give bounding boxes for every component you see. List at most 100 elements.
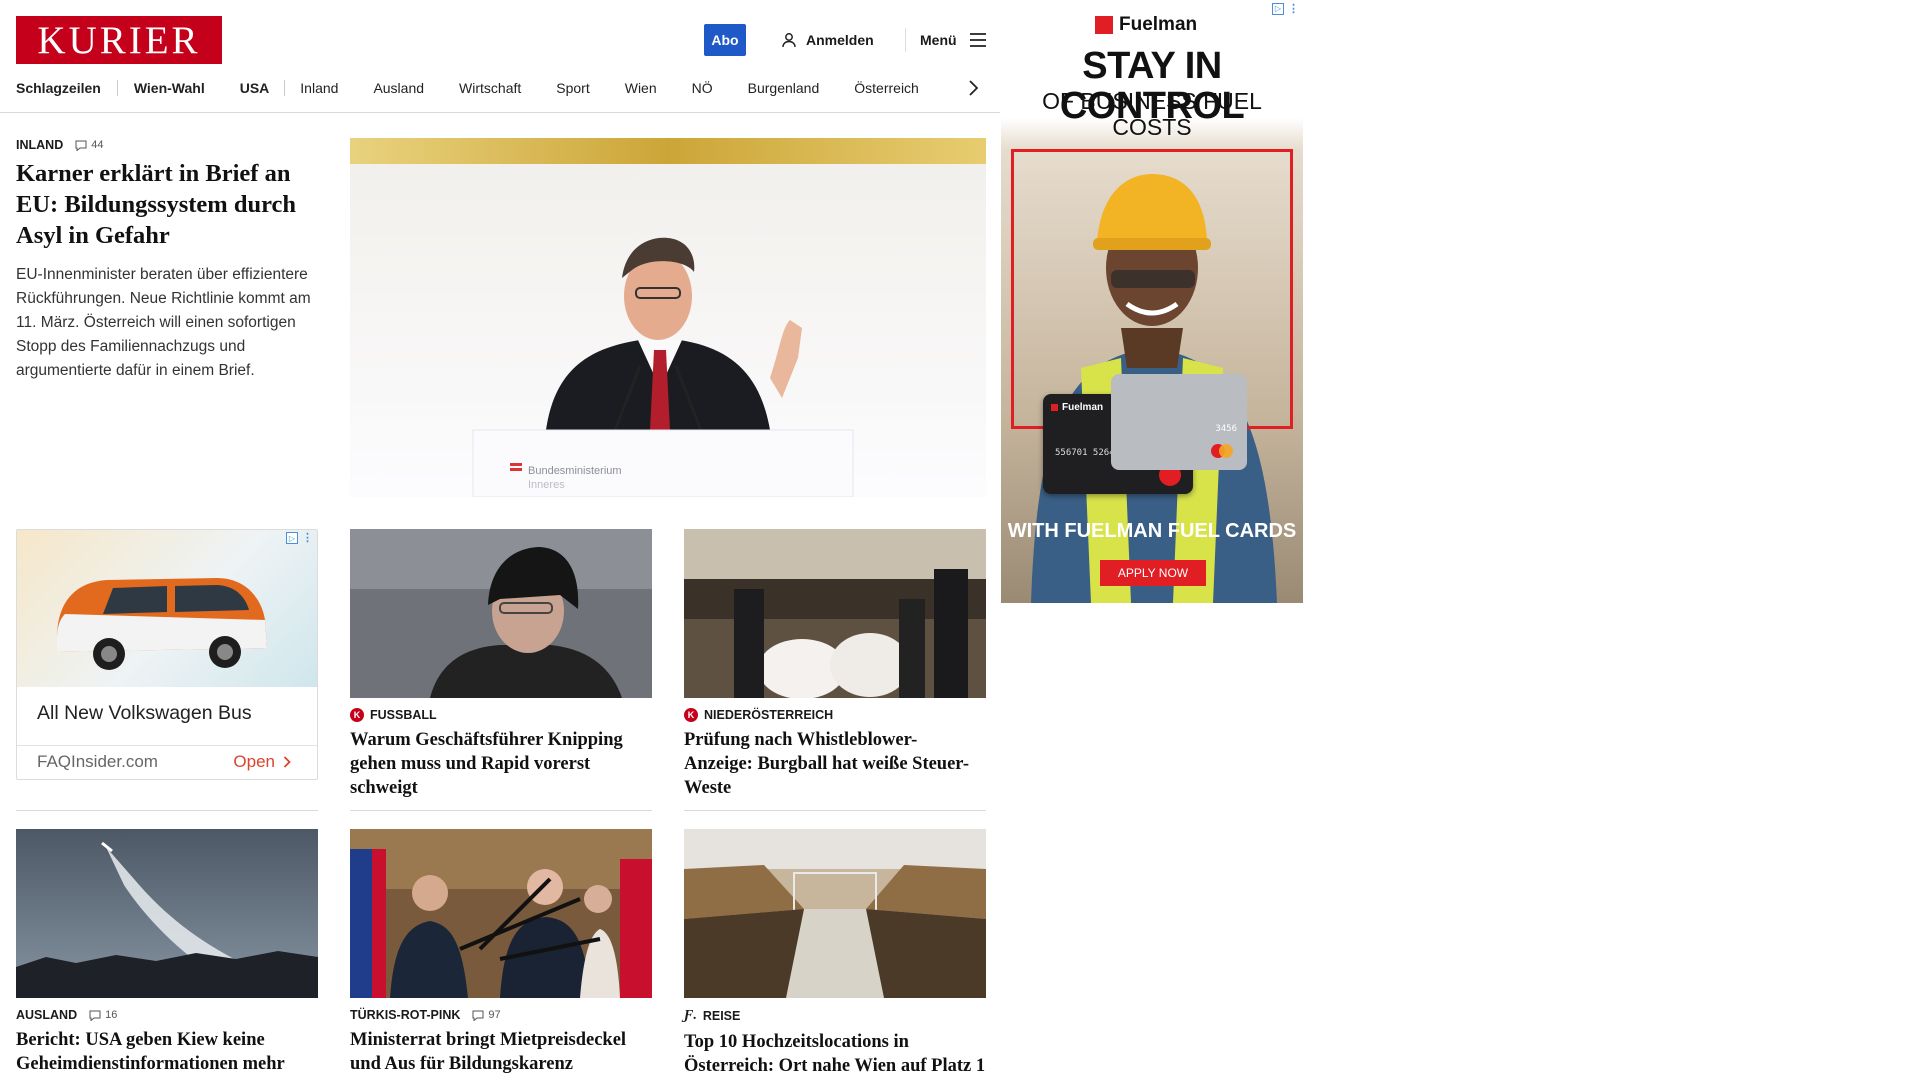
menu-button[interactable]: Menü	[920, 28, 987, 52]
article-image-ministerrat	[350, 829, 652, 998]
comment-count-value: 16	[105, 1009, 118, 1021]
mastercard-icon	[1211, 444, 1233, 458]
login-label: Anmelden	[806, 32, 874, 48]
native-ad-card[interactable]: ▷ ⋮ All New Volkswagen Bus FAQInsider.co…	[16, 529, 318, 780]
nav-item-oesterreich[interactable]: Österreich	[854, 80, 919, 96]
abo-button[interactable]: Abo	[704, 24, 746, 56]
comment-icon	[472, 1010, 484, 1021]
minister-photo: Bundesministerium Inneres	[350, 138, 986, 497]
kicker-label: NIEDERÖSTERREICH	[704, 708, 834, 722]
article-card[interactable]: K FUSSBALL Warum Geschäftsführer Knippin…	[350, 529, 652, 800]
kurier-page: KURIER Abo Anmelden Menü Schlagzeilen Wi…	[0, 0, 1000, 1080]
kicker-label: TÜRKIS-ROT-PINK	[350, 1008, 461, 1022]
card-kicker: ƒ. REISE	[684, 1008, 986, 1024]
kurier-plus-icon: K	[684, 708, 698, 722]
fuel-card-back: 3456	[1111, 374, 1247, 470]
card-kicker: AUSLAND 16	[16, 1008, 318, 1022]
native-ad-divider	[17, 745, 317, 746]
nav-item-inland[interactable]: Inland	[300, 80, 338, 96]
banner-bottom-text: WITH FUELMAN FUEL CARDS	[1007, 520, 1297, 542]
logo-text: KURIER	[37, 18, 201, 62]
article-image-wedding-location	[684, 829, 986, 998]
native-ad-domain: FAQInsider.com	[37, 752, 158, 771]
lead-article-image[interactable]: Bundesministerium Inneres	[350, 138, 986, 497]
nav-item-noe[interactable]: NÖ	[692, 80, 713, 96]
section-nav: Schlagzeilen Wien-Wahl USA Inland Auslan…	[16, 76, 919, 100]
lead-headline[interactable]: Karner erklärt in Brief an EU: Bildungss…	[16, 158, 326, 251]
card-brand-label: Fuelman	[1062, 402, 1104, 413]
fuelman-logo-icon	[1095, 16, 1113, 34]
article-card[interactable]: TÜRKIS-ROT-PINK 97 Ministerrat bringt Mi…	[350, 829, 652, 1076]
nav-scroll-right-button[interactable]	[968, 76, 988, 100]
native-ad-title[interactable]: All New Volkswagen Bus	[37, 702, 252, 725]
hamburger-icon	[969, 33, 986, 47]
article-card[interactable]: K NIEDERÖSTERREICH Prüfung nach Whistleb…	[684, 529, 986, 800]
kicker-label: FUSSBALL	[370, 708, 437, 722]
comment-icon	[89, 1010, 101, 1021]
menu-label: Menü	[920, 32, 957, 48]
fuelman-brand: Fuelman	[1095, 14, 1197, 36]
card-kicker: K FUSSBALL	[350, 708, 652, 722]
adchoices-badge[interactable]: ▷ ⋮	[1272, 2, 1299, 15]
comment-count[interactable]: 16	[89, 1009, 117, 1021]
nav-item-wien[interactable]: Wien	[625, 80, 657, 96]
chevron-right-icon	[283, 756, 291, 768]
article-card[interactable]: ƒ. REISE Top 10 Hochzeitslocations in Ös…	[684, 829, 986, 1078]
nav-divider	[116, 80, 118, 96]
more-options-icon: ⋮	[1288, 3, 1299, 15]
header-divider	[905, 28, 906, 52]
article-image-rocket	[16, 829, 318, 998]
comment-icon	[75, 140, 87, 151]
van-ad-image: ▷ ⋮	[17, 530, 317, 687]
article-image-burgball	[684, 529, 986, 698]
card-kicker: TÜRKIS-ROT-PINK 97	[350, 1008, 652, 1022]
fuelman-banner-ad[interactable]: Fuelman STAY IN CONTROL OF BUSINESS FUEL…	[1001, 0, 1303, 603]
card-digits: 3456	[1215, 424, 1237, 434]
apply-now-button[interactable]: APPLY NOW	[1100, 560, 1206, 586]
adchoices-icon: ▷	[286, 532, 298, 544]
card-headline[interactable]: Warum Geschäftsführer Knipping gehen mus…	[350, 728, 652, 800]
card-divider	[350, 810, 652, 811]
nav-item-schlagzeilen[interactable]: Schlagzeilen	[16, 80, 101, 96]
nav-item-sport[interactable]: Sport	[556, 80, 589, 96]
card-headline[interactable]: Top 10 Hochzeitslocations in Österreich:…	[684, 1030, 986, 1078]
kurier-logo[interactable]: KURIER	[16, 16, 222, 64]
comment-count[interactable]: 97	[472, 1009, 501, 1021]
kicker-label: REISE	[702, 1009, 741, 1023]
more-options-icon: ⋮	[302, 532, 313, 544]
lead-teaser: EU-Innenminister beraten über effiziente…	[16, 266, 311, 379]
comment-count-value: 97	[488, 1009, 501, 1021]
podium-label: Bundesministerium	[528, 465, 622, 477]
nav-item-wirtschaft[interactable]: Wirtschaft	[459, 80, 521, 96]
card-divider	[684, 810, 986, 811]
card-kicker: K NIEDERÖSTERREICH	[684, 708, 986, 722]
kurier-plus-icon: K	[350, 708, 364, 722]
card-headline[interactable]: Ministerrat bringt Mietpreisdeckel und A…	[350, 1028, 652, 1076]
orange-van-illustration	[57, 578, 267, 670]
card-headline[interactable]: Bericht: USA geben Kiew keine Geheimdien…	[16, 1028, 318, 1076]
travel-icon: ƒ.	[684, 1008, 697, 1023]
comment-count-value: 44	[91, 139, 104, 151]
nav-item-burgenland[interactable]: Burgenland	[748, 80, 820, 96]
kicker-label: AUSLAND	[16, 1008, 78, 1022]
nav-divider	[284, 80, 286, 96]
comment-count[interactable]: 44	[75, 139, 103, 151]
nav-item-ausland[interactable]: Ausland	[373, 80, 424, 96]
card-logo-icon	[1051, 404, 1058, 411]
lead-article[interactable]: INLAND 44 Karner erklärt in Brief an EU:…	[16, 138, 326, 383]
nav-underline	[0, 112, 1000, 113]
nav-item-wien-wahl[interactable]: Wien-Wahl	[134, 80, 205, 96]
kicker-label: INLAND	[16, 138, 64, 152]
card-headline[interactable]: Prüfung nach Whistleblower-Anzeige: Burg…	[684, 728, 986, 800]
login-button[interactable]: Anmelden	[781, 28, 874, 52]
nav-item-usa[interactable]: USA	[240, 80, 270, 96]
user-icon	[782, 33, 796, 48]
adchoices-badge[interactable]: ▷ ⋮	[286, 532, 313, 544]
article-card[interactable]: AUSLAND 16 Bericht: USA geben Kiew keine…	[16, 829, 318, 1076]
brand-label: Fuelman	[1119, 14, 1198, 35]
lead-kicker: INLAND 44	[16, 138, 326, 152]
chevron-right-icon	[969, 80, 978, 96]
adchoices-icon: ▷	[1272, 2, 1284, 15]
native-ad-open-button[interactable]: Open	[233, 752, 291, 772]
card-divider	[16, 810, 318, 811]
